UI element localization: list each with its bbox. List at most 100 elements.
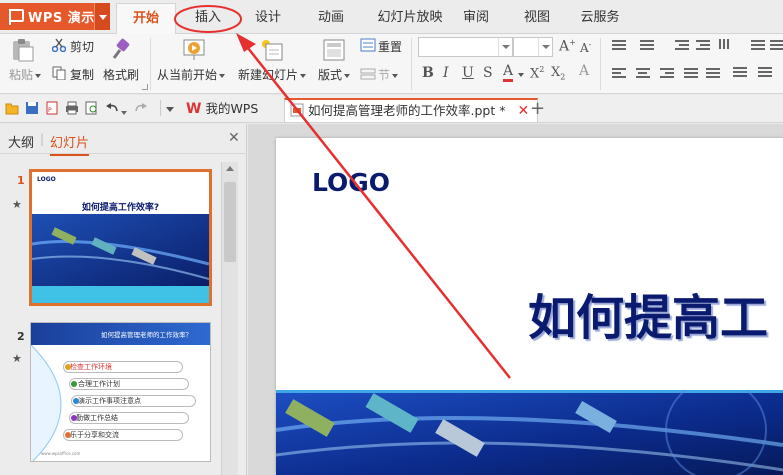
superscript-icon[interactable]: X2 [530,65,544,81]
bold-icon[interactable]: B [422,65,434,81]
paste-button[interactable]: 粘贴 [9,66,42,83]
open-folder-icon[interactable] [5,101,19,115]
align-center-icon[interactable] [636,68,650,80]
clear-format-icon[interactable]: A [579,63,589,79]
font-size-dropdown-icon[interactable] [538,38,552,56]
tab-view[interactable]: 视图 [517,7,557,29]
close-pane-icon[interactable]: ✕ [228,130,240,146]
separator [600,38,601,90]
tab-cloud-service[interactable]: 云服务 [576,7,624,29]
reset-button[interactable]: 重置 [378,38,402,55]
app-menu-dropdown-icon[interactable] [94,3,110,30]
app-name: WPS 演示 [28,11,95,26]
undo-icon[interactable] [105,101,119,115]
new-slide-dropdown-icon[interactable] [300,73,307,78]
slide-thumbnail-2[interactable]: 如何提高管理老师的工作效率？ 检查工作环境 合理工作计划 演示工作事项注意点 勤… [30,322,211,462]
tab-slides[interactable]: 幻灯片 [50,132,90,156]
format-painter-button[interactable]: 格式刷 [103,66,139,83]
clipboard-launcher-icon[interactable] [142,84,148,90]
line-spacing-icon[interactable] [733,67,747,79]
document-tab[interactable]: 如何提高管理老师的工作效率.ppt * ✕ [284,98,539,122]
layout-icon[interactable] [322,38,346,62]
columns-icon[interactable] [751,40,765,52]
scroll-up-icon[interactable] [226,166,234,171]
tab-home[interactable]: 开始 [116,3,176,35]
save-icon[interactable] [25,101,39,115]
layout-button[interactable]: 版式 [318,66,351,83]
new-tab-icon[interactable]: + [530,98,545,119]
thumb2-bullet-icon [73,398,79,404]
section-icon[interactable] [360,67,376,81]
thumb2-item: 合理工作计划 [69,378,189,390]
tab-design[interactable]: 设计 [248,7,288,29]
layout-dropdown-icon[interactable] [344,73,351,78]
tab-review[interactable]: 审阅 [456,7,496,29]
copy-button[interactable]: 复制 [70,66,94,83]
paste-dropdown-icon[interactable] [35,73,42,78]
presentation-file-icon [290,103,304,117]
grow-font-icon[interactable]: A+ [559,38,576,55]
section-button[interactable]: 节 [378,66,399,83]
distributed-icon[interactable] [706,68,720,80]
pane-tab-divider: | [40,132,45,146]
justify-icon[interactable] [684,68,698,80]
shrink-font-icon[interactable]: A- [580,40,591,55]
from-current-dropdown-icon[interactable] [219,73,226,78]
copy-icon[interactable] [52,66,66,80]
underline-icon[interactable]: U [462,65,474,81]
my-wps-tab[interactable]: W 我的WPS [186,98,258,122]
format-painter-icon[interactable] [108,38,132,62]
print-preview-icon[interactable] [85,101,99,115]
separator [411,38,412,90]
font-name-dropdown-icon[interactable] [498,38,512,56]
cut-button[interactable]: 剪切 [70,38,94,55]
new-slide-icon[interactable] [258,38,284,62]
shadow-icon[interactable]: S [483,65,493,81]
slide-title[interactable]: 如何提高工 [528,278,768,348]
scroll-thumb[interactable] [224,182,236,262]
current-slide[interactable]: LOGO 如何提高工 [276,138,783,475]
customize-toolbar-icon[interactable] [166,107,174,112]
subscript-icon[interactable]: X2 [551,65,565,82]
tab-insert[interactable]: 插入 [185,7,231,29]
print-icon[interactable] [65,101,79,115]
font-name-select[interactable] [418,37,513,57]
tab-outline[interactable]: 大纲 [8,132,34,151]
text-direction-icon[interactable] [719,39,735,54]
redo-icon[interactable] [134,101,148,115]
slide-logo[interactable]: LOGO [312,168,390,197]
paragraph-spacing-icon[interactable] [758,67,772,79]
bullet-list-icon[interactable] [612,40,626,52]
numbered-list-icon[interactable] [640,40,654,52]
reset-icon[interactable] [360,38,376,52]
wps-presentation-window: WPS 演示 开始 插入 设计 动画 幻灯片放映 审阅 视图 云服务 粘贴 剪切 [0,0,783,475]
italic-icon[interactable]: I [443,65,449,81]
thumbnail-scrollbar[interactable] [221,162,238,475]
more-paragraph-icon[interactable] [770,40,783,52]
increase-indent-icon[interactable] [696,40,710,52]
align-left-icon[interactable] [612,68,626,80]
document-tab-label: 如何提高管理老师的工作效率.ppt * [307,103,506,118]
export-pdf-icon[interactable]: P [45,101,59,115]
tab-slideshow[interactable]: 幻灯片放映 [372,7,448,29]
cut-icon[interactable] [52,38,66,52]
close-tab-icon[interactable]: ✕ [517,103,529,119]
app-menu-button[interactable]: WPS 演示 [0,3,110,30]
align-right-icon[interactable] [660,68,674,80]
tab-animation[interactable]: 动画 [311,7,351,29]
slide-thumbnail-1[interactable]: LOGO 如何提高工作效率? [29,169,212,306]
slide-banner-image [276,390,783,475]
font-color-icon[interactable]: A [503,63,514,82]
paste-icon[interactable] [10,38,36,62]
font-color-dropdown-icon[interactable] [518,73,524,77]
thumb-banner-image [32,214,209,303]
font-size-select[interactable] [513,37,553,57]
play-from-current-icon[interactable] [182,38,206,62]
section-dropdown-icon[interactable] [392,73,399,78]
thumb2-footer: www.wpsoffice.com [41,451,81,456]
new-slide-button[interactable]: 新建幻灯片 [238,66,307,83]
quick-access-bar: P W 我的WPS 如何提高管理老师的工作效率.ppt * ✕ + [0,95,783,123]
decrease-indent-icon[interactable] [675,40,689,52]
from-current-button[interactable]: 从当前开始 [157,66,226,83]
undo-dropdown-icon[interactable] [121,111,127,115]
